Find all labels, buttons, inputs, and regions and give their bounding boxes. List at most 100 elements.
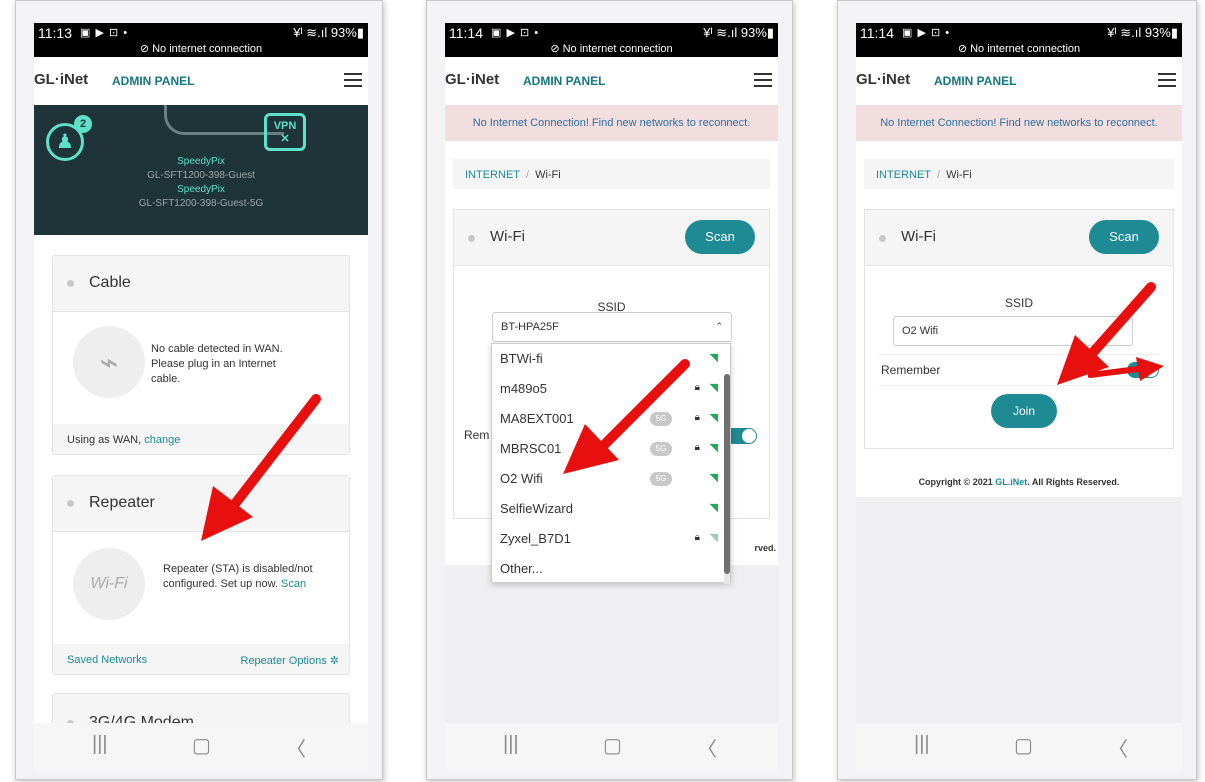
android-nav-bar: ||| ▢ 〈	[34, 723, 368, 771]
red-annotation-arrow	[201, 394, 321, 541]
card-header: Wi-Fi Scan	[865, 210, 1173, 266]
client-count-badge: 2	[74, 115, 92, 133]
network-option[interactable]: SelfieWizard ◥	[492, 494, 730, 524]
wifi-signal-icon: ◥	[709, 352, 718, 364]
network-option[interactable]: Other...	[492, 554, 730, 584]
wifi-signal-icon: ◥	[709, 412, 718, 424]
phone-screenshot-3: 11:14 ▣ ▶ ⊡ • ¥ᴵ ≋.ıl 93%▮ ⊘ No internet…	[837, 0, 1197, 780]
wifi-signal-icon: ◥	[709, 502, 718, 514]
status-dot-icon	[879, 235, 886, 242]
change-link[interactable]: change	[144, 434, 180, 446]
card-title: 3G/4G Modem	[89, 714, 194, 723]
copyright-text: Copyright © 2021 GL.iNet. All Rights Res…	[856, 477, 1182, 487]
page-background	[445, 565, 778, 723]
page-background	[856, 497, 1182, 723]
wifi-signal-icon: ◥	[709, 442, 718, 454]
chevron-up-icon: ⌃	[715, 321, 723, 331]
android-nav-bar: ||| ▢ 〈	[445, 723, 778, 771]
breadcrumb-wifi: Wi-Fi	[535, 169, 561, 181]
app-header: GL·iNet ADMIN PANEL	[445, 57, 778, 105]
app-header: GL·iNet ADMIN PANEL	[34, 57, 368, 105]
ssid-name: GL-SFT1200-398-Guest-5G	[138, 198, 264, 209]
breadcrumb-separator: /	[937, 169, 941, 181]
scan-button[interactable]: Scan	[1089, 220, 1159, 254]
ssid-select[interactable]: BT-HPA25F ⌃	[492, 312, 732, 342]
red-annotation-arrow	[563, 359, 690, 474]
breadcrumb-separator: /	[526, 169, 530, 181]
admin-panel-title: ADMIN PANEL	[934, 74, 1017, 88]
wifi-signal-icon: ◥	[709, 532, 718, 544]
no-internet-banner: ⊘ No internet connection	[139, 43, 263, 55]
scan-button[interactable]: Scan	[685, 220, 755, 254]
home-icon[interactable]: ▢	[192, 733, 211, 758]
glinet-link[interactable]: GL.iNet	[995, 477, 1027, 487]
page-content: No Internet Connection! Find new network…	[856, 105, 1182, 723]
breadcrumb-internet[interactable]: INTERNET	[465, 169, 520, 181]
back-icon[interactable]: 〈	[286, 733, 306, 762]
no-internet-alert: No Internet Connection! Find new network…	[856, 105, 1182, 141]
recent-apps-icon[interactable]: |||	[503, 733, 519, 756]
recent-apps-icon[interactable]: |||	[92, 733, 108, 756]
vpn-icon[interactable]: VPN ✕	[264, 113, 306, 151]
phone-screenshot-2: 11:14 ▣ ▶ ⊡ • ¥ᴵ ≋.ıl 93%▮ ⊘ No internet…	[426, 0, 793, 780]
wifi-icon: Wi-Fi	[73, 548, 145, 620]
copyright-suffix: . All Rights Reserved.	[1027, 477, 1120, 487]
status-time: 11:14	[860, 25, 894, 41]
network-name: BTWi-fi	[500, 351, 543, 366]
repeater-options-link[interactable]: Repeater Options ✲	[241, 654, 340, 667]
remember-label: Rem	[464, 428, 490, 442]
status-battery: ¥ᴵ ≋.ıl 93%▮	[293, 25, 364, 40]
lock-icon: 🔒︎	[694, 532, 700, 543]
card-header: Wi-Fi Scan	[454, 210, 769, 266]
breadcrumb-wifi: Wi-Fi	[946, 169, 972, 181]
recent-apps-icon[interactable]: |||	[914, 733, 930, 756]
wifi-signal-icon: ◥	[709, 382, 718, 394]
status-hero-banner: ♟ 2 VPN ✕ SpeedyPix GL-SFT1200-398-Guest …	[34, 105, 368, 235]
glinet-logo[interactable]: GL·iNet	[34, 71, 88, 88]
back-icon[interactable]: 〈	[697, 733, 717, 762]
status-battery: ¥ᴵ ≋.ıl 93%▮	[1107, 25, 1178, 40]
status-dot-icon	[67, 500, 74, 507]
vpn-label: VPN	[273, 120, 297, 132]
network-name: Other...	[500, 561, 543, 576]
card-header: Cable	[53, 256, 349, 312]
status-bar: 11:14 ▣ ▶ ⊡ • ¥ᴵ ≋.ıl 93%▮ ⊘ No internet…	[856, 23, 1182, 57]
status-time: 11:13	[38, 25, 72, 41]
network-option[interactable]: Zyxel_B7D1 🔒︎ ◥	[492, 524, 730, 554]
card-header: 3G/4G Modem	[53, 694, 349, 723]
no-internet-banner: ⊘ No internet connection	[957, 43, 1081, 55]
dropdown-scrollbar[interactable]	[724, 374, 730, 584]
card-footer: Saved Networks Repeater Options ✲	[53, 644, 349, 674]
phone-screenshot-1: 11:13 ▣ ▶ ⊡ • ¥ᴵ ≋.ıl 93%▮ ⊘ No internet…	[15, 0, 383, 780]
network-name: m489o5	[500, 381, 547, 396]
wan-status-text: Using as WAN,	[67, 434, 145, 446]
home-icon[interactable]: ▢	[1014, 733, 1033, 758]
card-title: Repeater	[89, 494, 155, 511]
scan-link[interactable]: Scan	[281, 578, 306, 590]
glinet-logo[interactable]: GL·iNet	[856, 71, 910, 88]
hamburger-menu-icon[interactable]	[754, 73, 772, 87]
ethernet-cable-icon: ⌁	[73, 326, 145, 398]
modem-card: 3G/4G Modem	[52, 693, 350, 723]
breadcrumb-internet[interactable]: INTERNET	[876, 169, 931, 181]
red-annotation-arrow	[1088, 357, 1164, 381]
status-dot-icon	[468, 235, 475, 242]
status-notification-icons: ▣ ▶ ⊡ •	[80, 27, 129, 39]
back-icon[interactable]: 〈	[1108, 733, 1128, 762]
android-nav-bar: ||| ▢ 〈	[856, 723, 1182, 771]
card-title: Wi-Fi	[490, 228, 525, 245]
status-dot-icon	[67, 280, 74, 287]
card-title: Wi-Fi	[901, 228, 936, 245]
app-header: GL·iNet ADMIN PANEL	[856, 57, 1182, 105]
breadcrumb: INTERNET / Wi-Fi	[864, 159, 1174, 189]
status-bar: 11:14 ▣ ▶ ⊡ • ¥ᴵ ≋.ıl 93%▮ ⊘ No internet…	[445, 23, 778, 57]
network-name: Zyxel_B7D1	[500, 531, 571, 546]
network-name: O2 Wifi	[500, 471, 543, 486]
network-name: MBRSC01	[500, 441, 562, 456]
glinet-logo[interactable]: GL·iNet	[445, 71, 499, 88]
hamburger-menu-icon[interactable]	[1158, 73, 1176, 87]
home-icon[interactable]: ▢	[603, 733, 622, 758]
saved-networks-link[interactable]: Saved Networks	[67, 654, 147, 666]
hamburger-menu-icon[interactable]	[344, 73, 362, 87]
join-button[interactable]: Join	[991, 394, 1057, 428]
